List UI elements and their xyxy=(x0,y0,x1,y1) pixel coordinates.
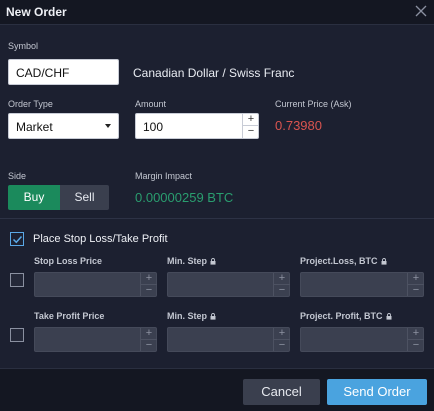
sell-button[interactable]: Sell xyxy=(60,185,109,210)
side-toggle: Buy Sell xyxy=(8,185,109,210)
symbol-full-name: Canadian Dollar / Swiss Franc xyxy=(133,66,295,80)
order-type-label: Order Type xyxy=(8,99,53,109)
dialog-title: New Order xyxy=(6,5,67,19)
symbol-input[interactable]: CAD/CHF xyxy=(8,59,119,85)
amount-label: Amount xyxy=(135,99,167,109)
amount-input[interactable]: 100 + − xyxy=(135,113,259,139)
project-loss-label: Project.Loss, BTC xyxy=(300,256,387,266)
symbol-label: Symbol xyxy=(8,41,39,51)
amount-value: 100 xyxy=(143,120,164,134)
project-profit-increment[interactable]: + xyxy=(408,328,424,340)
profit-min-step-label: Min. Step xyxy=(167,311,216,321)
take-profit-checkbox[interactable] xyxy=(10,328,24,342)
profit-min-step-increment[interactable]: + xyxy=(274,328,290,340)
amount-decrement-button[interactable]: − xyxy=(243,126,259,138)
project-loss-stepper: + − xyxy=(407,273,424,297)
profit-min-step-input[interactable]: + − xyxy=(167,327,290,352)
profit-min-step-stepper: + − xyxy=(273,328,290,352)
stop-loss-price-increment[interactable]: + xyxy=(141,273,157,285)
cancel-button[interactable]: Cancel xyxy=(243,379,320,405)
caret-down-icon xyxy=(105,124,111,128)
order-type-select[interactable]: Market xyxy=(8,113,119,139)
project-loss-decrement[interactable]: − xyxy=(408,284,424,297)
lock-icon xyxy=(210,258,216,265)
close-icon[interactable] xyxy=(414,4,428,18)
side-label: Side xyxy=(8,171,27,181)
stop-loss-price-decrement[interactable]: − xyxy=(141,284,157,297)
take-profit-price-label: Take Profit Price xyxy=(34,311,105,321)
stop-take-checkbox[interactable] xyxy=(10,232,24,246)
margin-impact-label: Margin Impact xyxy=(135,171,193,181)
stop-loss-checkbox[interactable] xyxy=(10,273,24,287)
current-price-value: 0.73980 xyxy=(275,118,322,133)
project-profit-stepper: + − xyxy=(407,328,424,352)
stop-min-step-increment[interactable]: + xyxy=(274,273,290,285)
section-divider xyxy=(0,218,434,219)
stop-loss-price-label: Stop Loss Price xyxy=(34,256,103,266)
lock-icon xyxy=(381,258,387,265)
stop-loss-price-input[interactable]: + − xyxy=(34,272,157,297)
amount-stepper: + − xyxy=(242,114,259,138)
stop-min-step-label: Min. Step xyxy=(167,256,216,266)
margin-impact-value: 0.00000259 BTC xyxy=(135,190,234,205)
stop-loss-price-stepper: + − xyxy=(140,273,157,297)
project-profit-decrement[interactable]: − xyxy=(408,339,424,352)
lock-icon xyxy=(386,313,392,320)
profit-min-step-decrement[interactable]: − xyxy=(274,339,290,352)
dialog-titlebar: New Order xyxy=(0,0,434,25)
stop-min-step-input[interactable]: + − xyxy=(167,272,290,297)
take-profit-price-stepper: + − xyxy=(140,328,157,352)
project-profit-label: Project. Profit, BTC xyxy=(300,311,392,321)
buy-button[interactable]: Buy xyxy=(8,185,60,210)
stop-min-step-decrement[interactable]: − xyxy=(274,284,290,297)
send-order-button[interactable]: Send Order xyxy=(327,379,427,405)
stop-min-step-stepper: + − xyxy=(273,273,290,297)
lock-icon xyxy=(210,313,216,320)
stop-take-label: Place Stop Loss/Take Profit xyxy=(33,233,168,245)
symbol-value: CAD/CHF xyxy=(16,66,70,80)
order-type-value: Market xyxy=(16,120,53,134)
current-price-label: Current Price (Ask) xyxy=(275,99,352,109)
take-profit-price-decrement[interactable]: − xyxy=(141,339,157,352)
project-profit-input[interactable]: + − xyxy=(300,327,424,352)
take-profit-price-increment[interactable]: + xyxy=(141,328,157,340)
take-profit-price-input[interactable]: + − xyxy=(34,327,157,352)
project-loss-increment[interactable]: + xyxy=(408,273,424,285)
project-loss-input[interactable]: + − xyxy=(300,272,424,297)
new-order-dialog: New Order Symbol CAD/CHF Canadian Dollar… xyxy=(0,0,434,411)
